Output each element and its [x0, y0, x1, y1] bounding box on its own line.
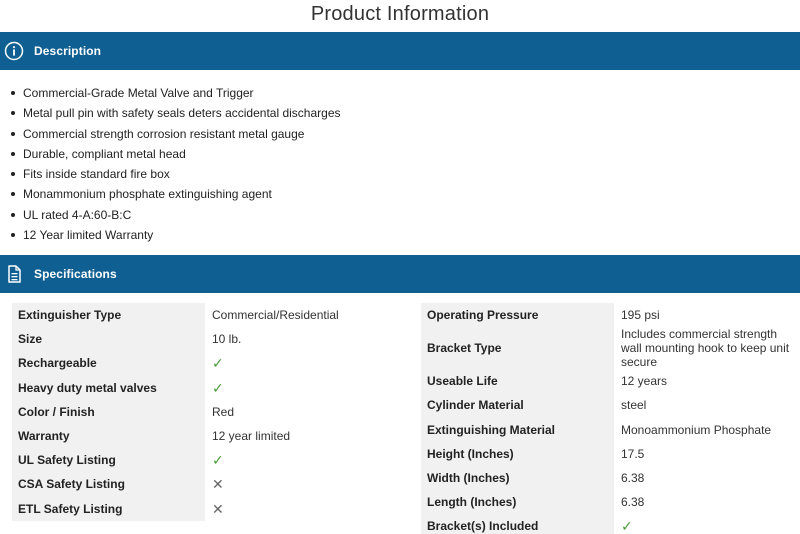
- document-icon: [4, 264, 24, 284]
- spec-row: Cylinder Material steel: [421, 393, 800, 418]
- description-item: Metal pull pin with safety seals deters …: [10, 103, 800, 123]
- spec-key: Operating Pressure: [421, 303, 614, 328]
- checkmark-icon: ✓: [212, 355, 224, 372]
- spec-key: ETL Safety Listing: [12, 496, 205, 521]
- cross-icon: ✕: [212, 500, 224, 517]
- spec-row: CSA Safety Listing ✕: [12, 472, 414, 497]
- spec-column-right: Operating Pressure 195 psi Bracket Type Inc…: [421, 303, 800, 534]
- spec-key: UL Safety Listing: [12, 448, 205, 473]
- description-item: Fits inside standard fire box: [10, 164, 800, 184]
- checkmark-icon: ✓: [212, 452, 224, 469]
- spec-key: Cylinder Material: [421, 393, 614, 418]
- description-item: Commercial strength corrosion resistant …: [10, 124, 800, 144]
- spec-row: Height (Inches) 17.5: [421, 441, 800, 466]
- specifications-header[interactable]: Specifications: [0, 255, 800, 293]
- spec-key: Heavy duty metal valves: [12, 375, 205, 400]
- spec-row: Useable Life 12 years: [421, 369, 800, 394]
- spec-key: Size: [12, 327, 205, 352]
- spec-row: Operating Pressure 195 psi: [421, 303, 800, 328]
- spec-key: Rechargeable: [12, 351, 205, 376]
- spec-value: Includes commercial strength wall mounti…: [621, 327, 790, 370]
- description-item: Monammonium phosphate extinguishing agen…: [10, 184, 800, 204]
- spec-row: Extinguisher Type Commercial/Residential: [12, 303, 414, 328]
- spec-value: 12 year limited: [212, 429, 291, 444]
- description-item: UL rated 4-A:60-B:C: [10, 205, 800, 225]
- description-title: Description: [34, 44, 102, 58]
- page-title: Product Information: [310, 3, 490, 25]
- checkmark-icon: ✓: [621, 518, 633, 534]
- spec-value: steel: [621, 398, 647, 413]
- spec-value: Commercial/Residential: [212, 308, 339, 323]
- spec-key: Bracket(s) Included: [421, 514, 614, 534]
- spec-value: Monoammonium Phosphate: [621, 422, 772, 437]
- spec-key: Width (Inches): [421, 465, 614, 491]
- description-item: Durable, compliant metal head: [10, 144, 800, 164]
- description-header[interactable]: Description: [0, 32, 800, 70]
- spec-row: Length (Inches) 6.38: [421, 490, 800, 515]
- info-icon: [4, 41, 24, 61]
- spec-column-left: Extinguisher Type Commercial/Residential S…: [12, 303, 414, 534]
- spec-value: 17.5: [621, 446, 645, 461]
- description-item: 12 Year limited Warranty: [10, 225, 800, 245]
- spec-row: Bracket(s) Included ✓: [421, 514, 800, 534]
- spec-value: 10 lb.: [212, 332, 242, 347]
- spec-key: CSA Safety Listing: [12, 472, 205, 497]
- spec-key: Warranty: [12, 423, 205, 449]
- spec-row: Color / Finish Red: [12, 399, 414, 424]
- spec-key: Color / Finish: [12, 399, 205, 424]
- spec-key: Length (Inches): [421, 490, 614, 515]
- spec-key: Extinguishing Material: [421, 417, 614, 442]
- spec-value: 6.38: [621, 495, 645, 510]
- spec-key: Extinguisher Type: [12, 303, 205, 328]
- checkmark-icon: ✓: [212, 379, 224, 396]
- description-item: Commercial-Grade Metal Valve and Trigger: [10, 83, 800, 103]
- description-body: Commercial-Grade Metal Valve and Trigger…: [0, 70, 800, 255]
- cross-icon: ✕: [212, 476, 224, 493]
- spec-key: Height (Inches): [421, 441, 614, 466]
- spec-row: Extinguishing Material Monoammonium Phosp…: [421, 417, 800, 442]
- specifications-title: Specifications: [34, 267, 117, 281]
- spec-value: 195 psi: [621, 308, 660, 323]
- spec-row: Width (Inches) 6.38: [421, 465, 800, 491]
- spec-value: 12 years: [621, 374, 668, 389]
- specifications-body: Extinguisher Type Commercial/Residential S…: [0, 293, 800, 534]
- spec-value: Red: [212, 404, 235, 419]
- spec-row: Bracket Type Includes commercial strength…: [421, 327, 800, 370]
- spec-key: Useable Life: [421, 369, 614, 394]
- spec-value: 6.38: [621, 471, 645, 486]
- spec-row: Warranty 12 year limited: [12, 423, 414, 449]
- spec-row: UL Safety Listing ✓: [12, 448, 414, 473]
- description-list: Commercial-Grade Metal Valve and Trigger…: [10, 83, 800, 245]
- spec-row: Size 10 lb.: [12, 327, 414, 352]
- spec-row: Rechargeable ✓: [12, 351, 414, 376]
- spec-key: Bracket Type: [421, 327, 614, 370]
- spec-row: ETL Safety Listing ✕: [12, 496, 414, 521]
- spec-row: Heavy duty metal valves ✓: [12, 375, 414, 400]
